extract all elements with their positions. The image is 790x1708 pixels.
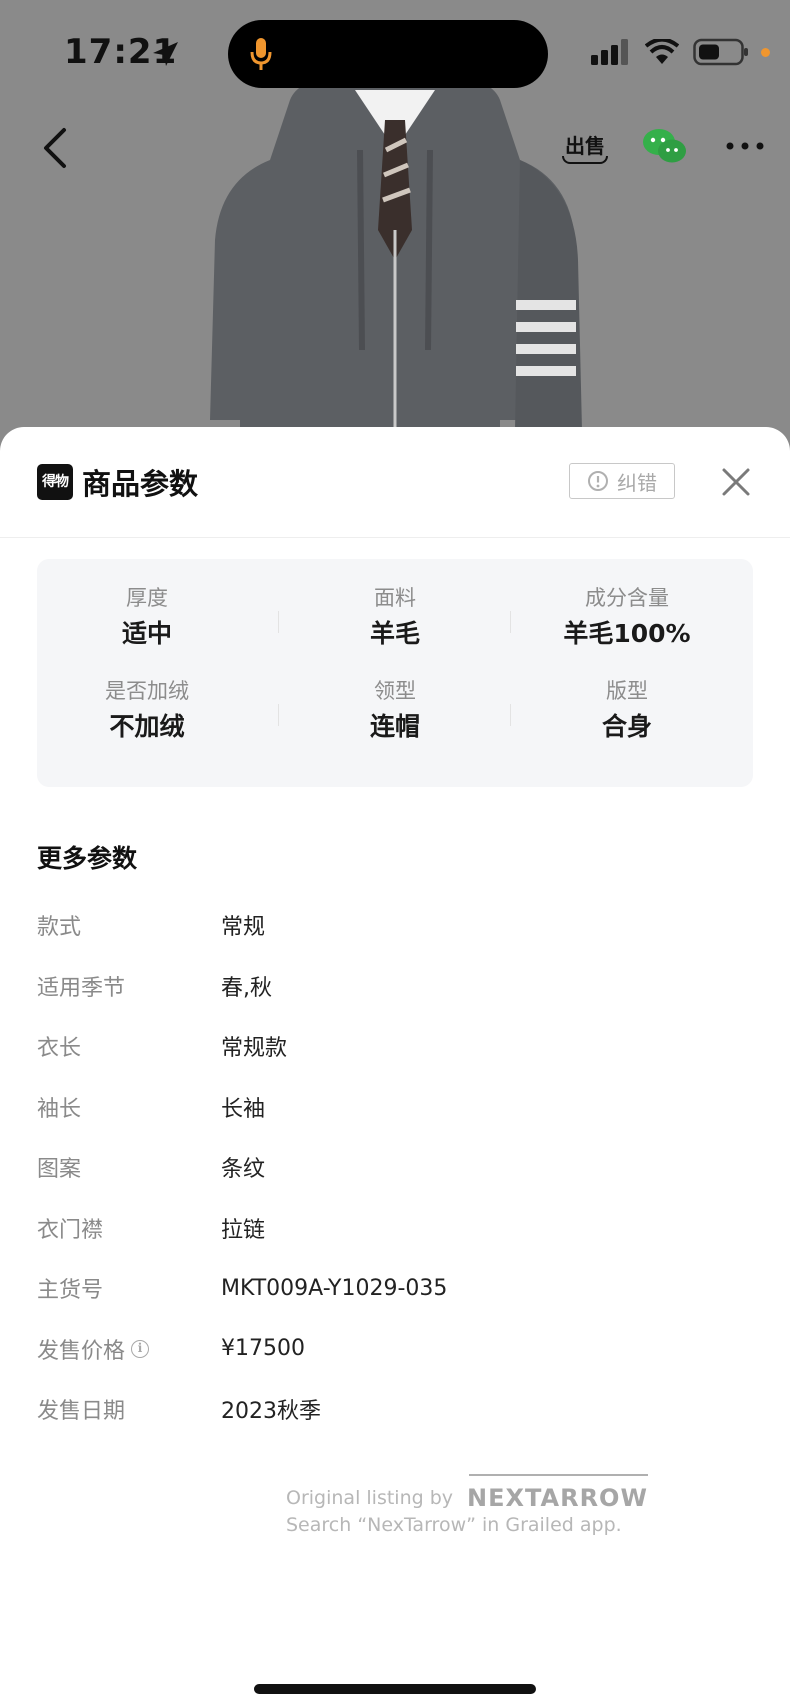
param-label-text: 发售价格 — [37, 1338, 126, 1364]
param-label: 发售价格 i — [37, 1333, 221, 1365]
key-param-label: 领型 — [374, 679, 416, 703]
param-value: 常规款 — [221, 1036, 288, 1062]
close-icon[interactable] — [718, 464, 754, 500]
more-params-list: 款式 常规 适用季节 春,秋 衣长 常规款 袖长 长袖 图案 条纹 衣门襟 拉链… — [37, 895, 757, 1440]
key-param-value: 连帽 — [369, 712, 420, 741]
param-label: 衣长 — [37, 1036, 82, 1062]
param-label: 主货号 — [37, 1278, 104, 1304]
key-param-label: 版型 — [606, 679, 648, 703]
key-param-value: 不加绒 — [109, 712, 185, 741]
key-param-fleece: 是否加绒 不加绒 — [47, 676, 247, 742]
param-label: 发售日期 — [37, 1399, 126, 1425]
param-value: 常规 — [221, 915, 266, 941]
param-value: 长袖 — [221, 1096, 266, 1122]
param-row: 款式 常规 — [37, 895, 757, 956]
app-logo: 得物 — [37, 464, 73, 500]
divider — [510, 611, 511, 633]
back-icon[interactable] — [36, 126, 76, 170]
dynamic-island — [228, 20, 548, 88]
param-row: 发售价格 i ¥17500 — [37, 1319, 757, 1380]
param-row: 图案 条纹 — [37, 1137, 757, 1198]
alert-circle-icon — [588, 471, 608, 491]
info-icon[interactable]: i — [131, 1339, 150, 1358]
sheet-header: 得物 商品参数 纠错 — [0, 427, 790, 538]
recording-indicator — [761, 47, 770, 57]
key-param-collar: 领型 连帽 — [295, 676, 495, 742]
key-param-label: 厚度 — [126, 586, 168, 610]
key-param-label: 成分含量 — [585, 586, 669, 610]
param-row: 袖长 长袖 — [37, 1077, 757, 1138]
cellular-signal-icon — [591, 39, 628, 65]
param-value: 春,秋 — [221, 975, 272, 1001]
param-label: 款式 — [37, 915, 82, 941]
key-param-composition: 成分含量 羊毛100% — [527, 583, 727, 649]
divider — [278, 704, 279, 726]
param-label: 袖长 — [37, 1096, 82, 1122]
more-icon — [726, 142, 764, 150]
divider — [278, 611, 279, 633]
more-options-button[interactable] — [720, 120, 770, 172]
divider — [510, 704, 511, 726]
param-row: 主货号 MKT009A-Y1029-035 — [37, 1258, 757, 1319]
param-value: 2023秋季 — [221, 1399, 321, 1425]
key-param-value: 羊毛 — [369, 619, 420, 648]
param-label: 衣门襟 — [37, 1217, 104, 1243]
wifi-icon — [645, 39, 679, 64]
param-value: 条纹 — [221, 1157, 266, 1183]
key-param-thickness: 厚度 适中 — [47, 583, 247, 649]
key-param-value: 羊毛100% — [563, 619, 691, 648]
watermark-line1: Original listing by — [286, 1487, 454, 1509]
battery-icon — [693, 38, 748, 66]
report-error-label: 纠错 — [617, 470, 657, 495]
param-label: 适用季节 — [37, 975, 126, 1001]
key-params-card: 厚度 适中 面料 羊毛 成分含量 羊毛100% 是否加绒 不加绒 领型 连帽 版… — [37, 559, 753, 787]
wechat-share-button[interactable] — [640, 120, 690, 172]
microphone-icon — [250, 38, 272, 70]
param-value: 拉链 — [221, 1217, 266, 1243]
status-bar: 17:21 — [0, 0, 790, 110]
key-param-fabric: 面料 羊毛 — [295, 583, 495, 649]
key-param-value: 合身 — [601, 712, 652, 741]
param-row: 发售日期 2023秋季 — [37, 1379, 757, 1440]
watermark: Original listing by NEXTARROW Search “Ne… — [286, 1474, 648, 1536]
key-param-value: 适中 — [121, 619, 172, 648]
sheet-title: 商品参数 — [82, 467, 199, 501]
param-value: ¥17500 — [221, 1336, 305, 1362]
key-param-label: 是否加绒 — [105, 679, 189, 703]
param-row: 衣长 常规款 — [37, 1016, 757, 1077]
param-value: MKT009A-Y1029-035 — [221, 1275, 448, 1301]
report-error-button[interactable]: 纠错 — [569, 463, 675, 499]
location-arrow-icon — [153, 42, 178, 66]
sell-icon: 出售 — [562, 134, 608, 164]
param-row: 衣门襟 拉链 — [37, 1198, 757, 1259]
key-param-label: 面料 — [374, 586, 416, 610]
wechat-icon — [643, 129, 686, 163]
more-params-title: 更多参数 — [37, 844, 138, 873]
watermark-line2: Search “NexTarrow” in Grailed app. — [286, 1514, 622, 1536]
param-label: 图案 — [37, 1157, 82, 1183]
param-row: 适用季节 春,秋 — [37, 956, 757, 1017]
key-param-fit: 版型 合身 — [527, 676, 727, 742]
home-indicator[interactable] — [254, 1684, 536, 1694]
watermark-brand: NEXTARROW — [467, 1474, 648, 1512]
sell-button[interactable]: 出售 — [560, 120, 610, 172]
